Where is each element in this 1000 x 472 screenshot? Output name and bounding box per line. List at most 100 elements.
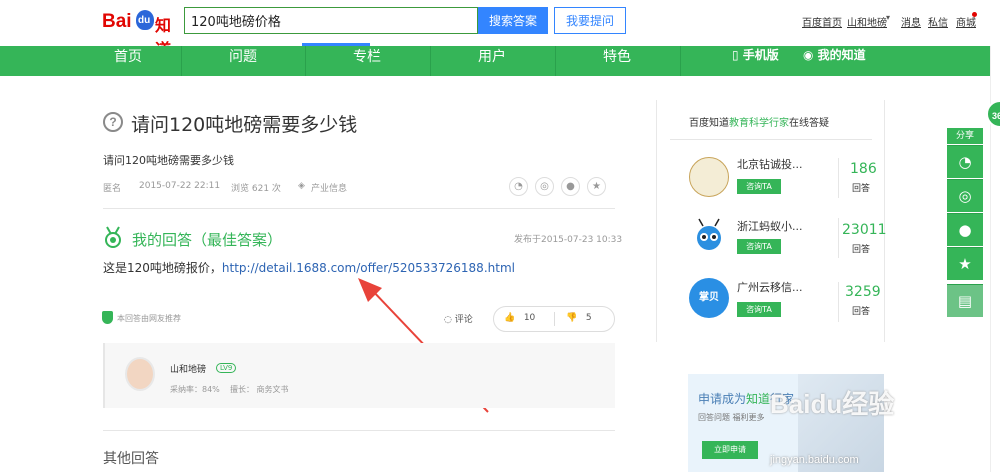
divider bbox=[838, 218, 839, 258]
expert-answer-count: 3259 bbox=[845, 284, 881, 300]
favorite-star-icon[interactable]: ★ bbox=[587, 177, 606, 196]
divider bbox=[103, 208, 615, 209]
recommend-note: 本回答由网友推荐 bbox=[117, 314, 181, 323]
question-author[interactable]: 匿名 bbox=[103, 181, 121, 194]
comment-button[interactable]: ◌ 评论 bbox=[444, 312, 473, 325]
main-nav: 首页 问题 专栏 用户 特色 ▯ 手机版 ◉ 我的知道 bbox=[0, 46, 1000, 76]
link-baidu-home[interactable]: 百度首页 bbox=[802, 14, 842, 29]
clipboard-icon[interactable]: ▤ bbox=[947, 284, 983, 317]
question-date: 2015-07-22 22:11 bbox=[139, 181, 221, 191]
qq-share-icon[interactable]: ● bbox=[561, 177, 580, 196]
comment-icon: ◌ bbox=[444, 315, 452, 325]
expert-name[interactable]: 广州云移信... bbox=[737, 279, 803, 295]
side-badge[interactable]: 36 bbox=[986, 100, 1000, 128]
medal-icon bbox=[105, 226, 121, 248]
answer-published-time: 发布于2015-07-23 10:33 bbox=[514, 235, 623, 245]
baidu-zhidao-logo[interactable]: Bai du 知道 bbox=[102, 8, 182, 59]
thumbs-up-icon: 👍 bbox=[504, 313, 516, 323]
consult-button[interactable]: 咨询TA bbox=[737, 302, 781, 317]
expert-name[interactable]: 浙江蚂蚁小... bbox=[737, 218, 803, 234]
apply-now-button[interactable]: 立即申请 bbox=[702, 441, 758, 459]
expert-answer-count: 186 bbox=[850, 161, 877, 177]
nav-questions[interactable]: 问题 bbox=[183, 46, 303, 76]
thumbs-up-button[interactable]: 👍 10 bbox=[504, 313, 535, 323]
sidebar-title-prefix: 百度知道 bbox=[689, 118, 729, 129]
watermark-url: jingyan.baidu.com bbox=[770, 454, 859, 466]
notification-dot bbox=[972, 12, 977, 17]
thumbs-down-button[interactable]: 👎 5 bbox=[566, 313, 592, 323]
link-user[interactable]: 山和地磅 bbox=[847, 14, 887, 29]
promo-title-highlight: 知道 bbox=[746, 392, 771, 406]
promo-title-prefix: 申请成为 bbox=[698, 392, 747, 406]
wechat-icon[interactable]: ◔ bbox=[947, 145, 983, 178]
logo-bai: Bai bbox=[102, 11, 132, 32]
vote-separator bbox=[554, 312, 555, 326]
nav-separator bbox=[555, 46, 556, 76]
question-mark-icon: ? bbox=[103, 112, 123, 132]
nav-separator bbox=[181, 46, 182, 76]
answerer-avatar[interactable] bbox=[125, 357, 155, 391]
divider bbox=[670, 139, 872, 140]
weibo-share-icon[interactable]: ◎ bbox=[535, 177, 554, 196]
level-badge: LV9 bbox=[216, 363, 237, 373]
expert-answer-count: 23011 bbox=[842, 222, 887, 238]
thumbs-down-icon: 👎 bbox=[566, 313, 578, 323]
nav-separator bbox=[430, 46, 431, 76]
link-messages[interactable]: 消息 bbox=[901, 14, 921, 29]
nav-mobile[interactable]: ▯ 手机版 bbox=[732, 46, 779, 76]
expertise: 擅长： 商务文书 bbox=[229, 385, 289, 394]
question-title: 请问120吨地磅需要多少钱 bbox=[131, 114, 358, 136]
vote-box: 👍 10 👎 5 bbox=[493, 306, 615, 332]
adoption-rate: 采纳率：84% bbox=[170, 385, 220, 394]
expert-answer-label: 回答 bbox=[852, 245, 871, 255]
expert-answer-label: 回答 bbox=[852, 307, 871, 317]
nav-my-zhidao[interactable]: ◉ 我的知道 bbox=[803, 46, 866, 76]
expert-answer-label: 回答 bbox=[852, 184, 871, 194]
nav-users[interactable]: 用户 bbox=[432, 46, 552, 76]
nav-separator bbox=[680, 46, 681, 76]
wechat-share-icon[interactable]: ◔ bbox=[509, 177, 528, 196]
expert-name[interactable]: 北京钻诚投... bbox=[737, 156, 803, 172]
weibo-icon[interactable]: ◎ bbox=[947, 179, 983, 212]
promo-subtitle: 回答问题 福利更多 bbox=[698, 413, 765, 422]
question-views: 浏览 621 次 bbox=[231, 184, 281, 194]
nav-separator bbox=[305, 46, 306, 76]
consult-button[interactable]: 咨询TA bbox=[737, 179, 781, 194]
user-circle-icon: ◉ bbox=[803, 48, 814, 62]
search-button[interactable]: 搜索答案 bbox=[478, 7, 548, 34]
answerer-card bbox=[103, 343, 615, 408]
chevron-down-icon[interactable]: ▾ bbox=[886, 13, 890, 22]
nav-mobile-label: 手机版 bbox=[742, 48, 779, 62]
link-private-messages[interactable]: 私信 bbox=[928, 14, 948, 29]
qq-icon[interactable]: ● bbox=[947, 213, 983, 246]
nav-my-zhidao-label: 我的知道 bbox=[817, 48, 866, 62]
nav-home[interactable]: 首页 bbox=[68, 46, 188, 76]
ant-mascot-icon bbox=[697, 218, 721, 250]
answerer-stats: 采纳率：84% 擅长： 商务文书 bbox=[170, 384, 289, 395]
sidebar-title: 百度知道教育科学行家在线答疑 bbox=[689, 114, 829, 129]
phone-icon: ▯ bbox=[732, 48, 739, 62]
nav-features[interactable]: 特色 bbox=[557, 46, 677, 76]
consult-button[interactable]: 咨询TA bbox=[737, 239, 781, 254]
logo-du: du bbox=[138, 15, 151, 26]
tag-icon: ◈ bbox=[298, 181, 305, 191]
sidebar-title-highlight: 教育科学行家 bbox=[729, 118, 789, 129]
expert-avatar[interactable] bbox=[689, 216, 729, 256]
up-vote-count: 10 bbox=[523, 313, 536, 323]
nav-columns[interactable]: 专栏 bbox=[307, 46, 427, 76]
down-vote-count: 5 bbox=[585, 313, 592, 323]
expert-avatar[interactable]: 掌贝 bbox=[689, 278, 729, 318]
best-answer-heading: 我的回答（最佳答案） bbox=[132, 231, 283, 249]
search-input[interactable] bbox=[184, 7, 478, 34]
comment-label: 评论 bbox=[454, 315, 473, 325]
divider bbox=[838, 282, 839, 322]
baidu-jingyan-watermark: Baidu经验 bbox=[770, 389, 895, 419]
top-bar: Bai du 知道 搜索答案 我要提问 百度首页 山和地磅 ▾ 消息 私信 商城 bbox=[0, 0, 1000, 59]
answer-text-prefix: 这是120吨地磅报价， bbox=[103, 261, 222, 275]
star-icon[interactable]: ★ bbox=[947, 247, 983, 280]
answerer-name[interactable]: 山和地磅 bbox=[170, 362, 206, 375]
question-description: 请问120吨地磅需要多少钱 bbox=[103, 154, 234, 167]
ask-question-button[interactable]: 我要提问 bbox=[554, 7, 626, 34]
question-category[interactable]: 产业信息 bbox=[311, 181, 347, 194]
expert-avatar[interactable] bbox=[689, 157, 729, 197]
